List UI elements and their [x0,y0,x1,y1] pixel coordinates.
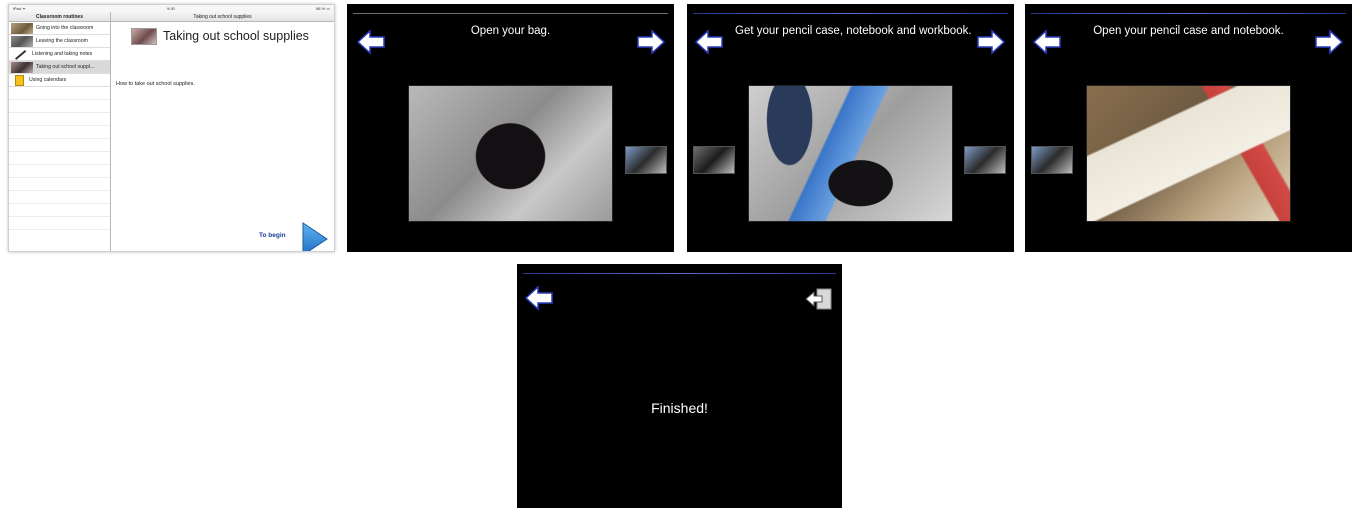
forward-arrow-icon[interactable] [637,28,665,56]
routine-item-going-into-classroom[interactable]: Going into the classroom [9,22,110,35]
status-time: 9:30 [166,6,175,11]
routine-label: Taking out school suppl... [36,64,95,70]
notepad-icon [15,74,24,86]
previous-step-thumbnail[interactable] [693,146,735,174]
forward-arrow-icon[interactable] [1315,28,1343,56]
empty-row [9,204,110,217]
finished-screen: Finished! [517,264,842,508]
empty-row [9,152,110,165]
next-step-thumbnail[interactable] [964,146,1006,174]
routine-detail: Taking out school supplies How to take o… [111,22,334,252]
next-step-thumbnail[interactable] [625,146,667,174]
empty-row [9,191,110,204]
routine-list-screen: iPad ᯤ 9:30 98 % ▭ Classroom routines Ta… [8,4,335,252]
routine-description: How to take out school supplies. [116,81,195,87]
routine-item-leaving-classroom[interactable]: Leaving the classroom [9,35,110,48]
step-screen-2: Get your pencil case, notebook and workb… [687,4,1014,252]
back-arrow-icon[interactable] [695,28,723,56]
status-battery: 98 % ▭ [315,6,330,11]
screenshot-collage: iPad ᯤ 9:30 98 % ▭ Classroom routines Ta… [0,0,1363,508]
exit-icon[interactable] [805,288,833,310]
previous-step-thumbnail[interactable] [1031,146,1073,174]
step-title: Open your bag. [470,25,551,37]
routine-item-taking-out-supplies[interactable]: Taking out school suppl... [9,61,110,74]
empty-row [9,139,110,152]
finished-message: Finished! [651,400,708,416]
empty-row [9,217,110,230]
navigation-bar: Classroom routines Taking out school sup… [9,12,334,22]
empty-row [9,126,110,139]
routine-title: Taking out school supplies [163,29,309,43]
school-supplies-thumbnail [11,61,33,73]
routine-label: Leaving the classroom [36,38,88,44]
routine-item-using-calendars[interactable]: Using calendars [9,74,110,87]
forward-arrow-icon[interactable] [977,28,1005,56]
classroom-photo-thumbnail [11,35,33,47]
play-button[interactable] [302,222,328,252]
detail-header: Taking out school supplies [193,14,252,20]
step-photo-open-bag [408,85,613,222]
routine-label: Going into the classroom [36,25,94,31]
status-carrier: iPad ᯤ [13,6,26,11]
routine-label: Using calendars [29,77,67,83]
empty-row [9,100,110,113]
routine-thumbnail [131,28,157,45]
routine-sidebar: Going into the classroom Leaving the cla… [9,22,111,251]
empty-row [9,87,110,100]
pencil-icon [13,49,27,60]
routine-item-listening-notes[interactable]: Listening and taking notes [9,48,110,61]
begin-label: To begin [259,232,286,239]
routine-label: Listening and taking notes [32,51,93,57]
sidebar-title: Classroom routines [9,12,111,21]
step-photo-open-notebook [1086,85,1291,222]
status-bar: iPad ᯤ 9:30 98 % ▭ [9,5,334,12]
step-screen-1: Open your bag. [347,4,674,252]
back-arrow-icon[interactable] [525,284,553,312]
classroom-photo-thumbnail [11,22,33,34]
step-photo-get-supplies [748,85,953,222]
step-title: Get your pencil case, notebook and workb… [735,25,972,37]
step-screen-3: Open your pencil case and notebook. [1025,4,1352,252]
empty-row [9,113,110,126]
step-title: Open your pencil case and notebook. [1093,25,1284,37]
empty-row [9,165,110,178]
empty-row [9,178,110,191]
